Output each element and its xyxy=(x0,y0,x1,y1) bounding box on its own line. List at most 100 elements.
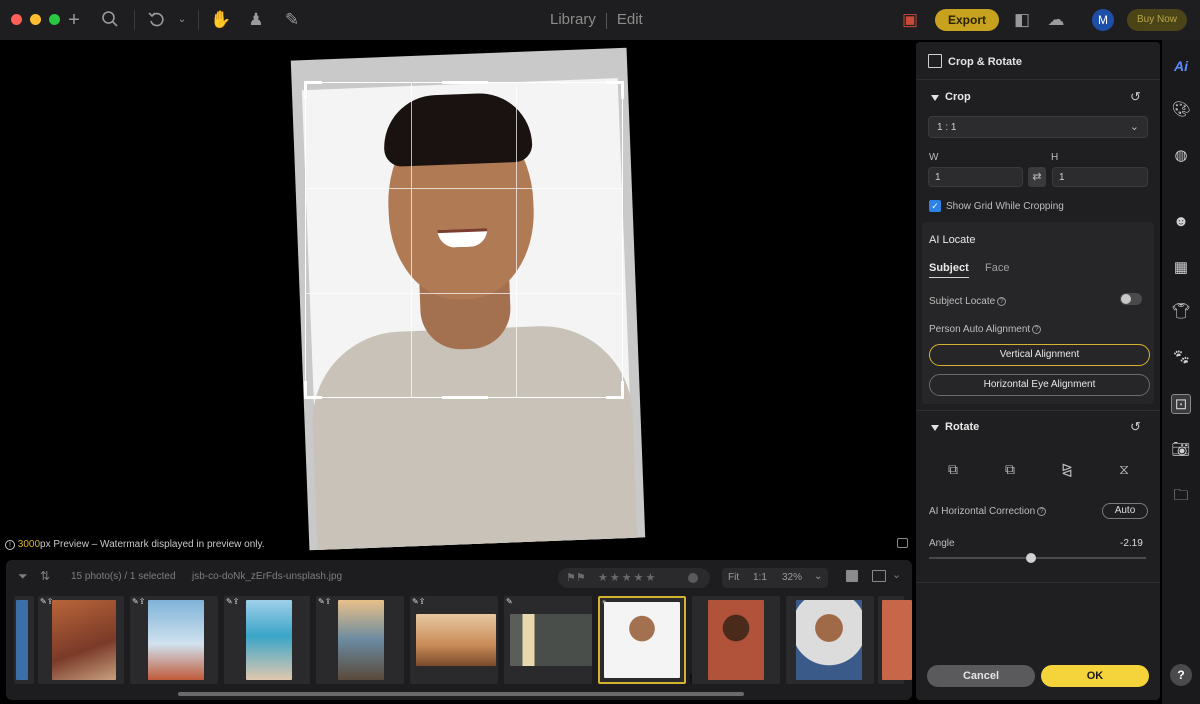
crop-handle-top-left[interactable] xyxy=(304,81,322,99)
auto-correction-button[interactable]: Auto xyxy=(1102,503,1148,519)
thumbnail[interactable] xyxy=(786,596,874,684)
thumbnail[interactable] xyxy=(878,596,912,684)
rating-filter[interactable]: ⚑⚑ ★★★★★ xyxy=(558,568,710,588)
thumbnail[interactable]: ✎⇪ xyxy=(316,596,404,684)
palette-icon[interactable]: 🎨︎ xyxy=(1171,100,1191,120)
tab-subject[interactable]: Subject xyxy=(929,262,969,274)
width-input[interactable]: 1 xyxy=(928,167,1023,187)
zoom-window-button[interactable] xyxy=(49,14,60,25)
collapse-triangle-icon[interactable] xyxy=(931,425,939,431)
swap-dimensions-icon[interactable]: ⇄ xyxy=(1028,167,1046,187)
height-input[interactable]: 1 xyxy=(1052,167,1148,187)
filmstrip-scrollbar[interactable] xyxy=(178,692,744,696)
thumbnail-selected[interactable]: ✎ xyxy=(598,596,686,684)
crop-grid-line xyxy=(516,83,517,397)
flag-icons[interactable]: ⚑⚑ xyxy=(566,571,586,584)
hand-tool-icon[interactable]: ✋ xyxy=(210,10,231,30)
buy-now-button[interactable]: Buy Now xyxy=(1127,9,1187,31)
undo-history-chevron-icon[interactable]: ⌄ xyxy=(172,10,192,30)
one-to-one-button[interactable]: 1:1 xyxy=(753,572,767,583)
export-button[interactable]: Export xyxy=(935,9,999,31)
horizontal-eye-alignment-button[interactable]: Horizontal Eye Alignment xyxy=(929,374,1150,396)
edited-badge-icon: ✎⇪ xyxy=(132,597,146,606)
angle-slider-handle[interactable] xyxy=(1025,553,1036,563)
preview-note-text: px Preview – Watermark displayed in prev… xyxy=(40,539,265,550)
thumbnail[interactable]: ✎ xyxy=(504,596,592,684)
chevron-down-icon[interactable]: ⌄ xyxy=(814,571,822,582)
tab-library[interactable]: Library xyxy=(540,11,606,29)
rotate-right-icon[interactable]: ⧉ xyxy=(1001,460,1019,478)
cloud-icon[interactable]: ☁ xyxy=(1046,10,1066,30)
crop-handle-bottom[interactable] xyxy=(442,381,488,399)
avatar[interactable]: M xyxy=(1092,9,1114,31)
filmstrip-toolbar: ⏷ ⇅ 15 photo(s) / 1 selected jsb-co-doNk… xyxy=(6,566,912,588)
healing-brush-icon[interactable]: ✎ xyxy=(282,10,302,30)
folder-view-icon[interactable]: 🗀 xyxy=(1171,486,1191,506)
gift-icon[interactable]: ▣ xyxy=(900,10,920,30)
tab-face[interactable]: Face xyxy=(985,262,1009,274)
batch-export-icon[interactable]: ◧ xyxy=(1012,10,1032,30)
split-view-icon[interactable] xyxy=(872,570,886,582)
clothing-icon[interactable]: 👕︎ xyxy=(1171,302,1191,322)
ok-button[interactable]: OK xyxy=(1041,665,1149,687)
view-options-chevron-icon[interactable]: ⌄ xyxy=(892,568,901,581)
tab-edit[interactable]: Edit xyxy=(607,11,653,29)
crop-icon xyxy=(928,54,942,68)
search-icon[interactable] xyxy=(100,10,120,30)
show-grid-checkbox[interactable]: ✓ xyxy=(929,200,941,212)
undo-icon[interactable] xyxy=(147,10,167,30)
help-icon[interactable]: ? xyxy=(1170,664,1192,686)
thumbnail[interactable]: ✎⇪ xyxy=(224,596,310,684)
selected-filename: jsb-co-doNk_zErFds-unsplash.jpg xyxy=(192,571,343,582)
crop-handle-bottom-right[interactable] xyxy=(606,381,624,399)
vertical-alignment-button[interactable]: Vertical Alignment xyxy=(929,344,1150,366)
preview-note: ! 3000px Preview – Watermark displayed i… xyxy=(5,539,265,550)
star-rating-icons[interactable]: ★★★★★ xyxy=(598,571,657,584)
subject-locate-label: Subject Locate? xyxy=(929,296,1007,307)
thumbnail[interactable] xyxy=(692,596,780,684)
thumbnail[interactable]: ✎⇪ xyxy=(38,596,124,684)
image-canvas[interactable]: ! 3000px Preview – Watermark displayed i… xyxy=(0,40,914,558)
minimize-window-button[interactable] xyxy=(30,14,41,25)
rotate-left-icon[interactable]: ⧉ xyxy=(944,460,962,478)
pet-icon[interactable]: 🐾︎ xyxy=(1171,348,1191,368)
thumbnail[interactable] xyxy=(14,596,34,684)
compare-view-icon[interactable] xyxy=(897,538,908,548)
reset-crop-icon[interactable]: ↺ xyxy=(1130,90,1144,104)
filter-icon[interactable]: ⏷ xyxy=(18,569,28,584)
add-icon[interactable]: + xyxy=(64,10,84,30)
close-window-button[interactable] xyxy=(11,14,22,25)
color-label-icon[interactable] xyxy=(688,573,698,583)
info-icon: ? xyxy=(1037,507,1047,516)
fit-button[interactable]: Fit xyxy=(728,572,739,583)
reset-rotate-icon[interactable]: ↺ xyxy=(1130,420,1144,434)
sort-icon[interactable]: ⇅ xyxy=(40,569,50,583)
flip-horizontal-icon[interactable]: ⧎ xyxy=(1058,460,1076,478)
rotate-section-title[interactable]: Rotate xyxy=(945,421,979,433)
crop-frame[interactable] xyxy=(304,81,624,399)
angle-slider[interactable] xyxy=(929,553,1146,563)
collapse-triangle-icon[interactable] xyxy=(931,95,939,101)
crop-rotate-icon[interactable]: ⊡ xyxy=(1171,394,1191,414)
thumbnail[interactable]: ✎⇪ xyxy=(130,596,218,684)
subject-locate-toggle[interactable] xyxy=(1120,293,1142,305)
crop-handle-top-right[interactable] xyxy=(606,81,624,99)
flip-vertical-icon[interactable]: ⧖ xyxy=(1115,460,1133,478)
ai-tools-icon[interactable]: Ai xyxy=(1171,56,1191,76)
aspect-ratio-select[interactable]: 1 : 1 ⌄ xyxy=(928,116,1148,138)
stamp-tool-icon[interactable]: ♟ xyxy=(246,10,266,30)
portrait-icon[interactable]: ☻ xyxy=(1171,212,1191,232)
noise-icon[interactable]: ◍ xyxy=(1171,146,1191,166)
show-grid-label: Show Grid While Cropping xyxy=(946,201,1064,212)
cancel-button[interactable]: Cancel xyxy=(927,665,1035,687)
crop-section-title[interactable]: Crop xyxy=(945,91,971,103)
zoom-controls: Fit 1:1 32% ⌄ xyxy=(722,568,828,588)
zoom-select[interactable]: 32% xyxy=(782,572,802,583)
camera-icon[interactable]: 📷︎ xyxy=(1171,440,1191,460)
window-controls xyxy=(11,14,60,25)
thumbnail[interactable]: ✎⇪ xyxy=(410,596,498,684)
single-view-icon[interactable] xyxy=(846,570,858,582)
crop-handle-bottom-left[interactable] xyxy=(304,381,322,399)
background-icon[interactable]: ▦ xyxy=(1171,258,1191,278)
crop-handle-top[interactable] xyxy=(442,81,488,99)
